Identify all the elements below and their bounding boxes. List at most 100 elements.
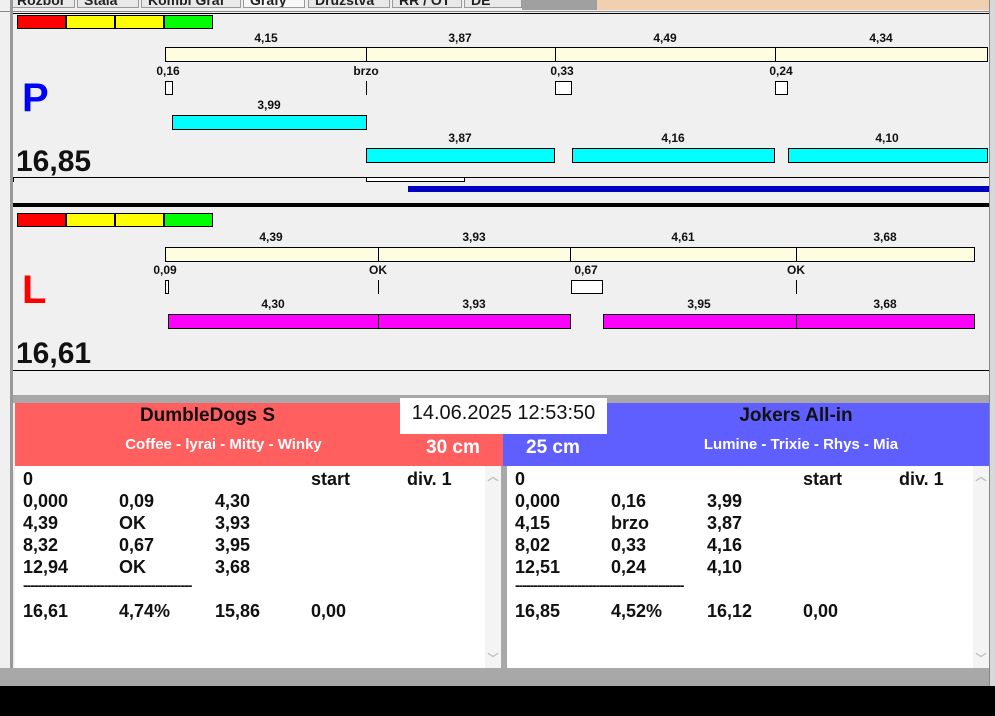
dog-time: 3,93 <box>462 297 486 311</box>
list-divider <box>501 466 507 668</box>
table-cell: 4,15 <box>515 513 551 533</box>
bottom-strip <box>0 668 989 686</box>
tab-bar-filler <box>522 0 597 10</box>
tab-druzstva[interactable]: Družstva <box>308 0 390 8</box>
table-cell: 3,95 <box>215 535 251 555</box>
left-team-results[interactable]: 0 start div. 1 0,000 0,09 4,30 4,39 OK 3,93 … <box>15 466 501 668</box>
table-cell: 4,10 <box>707 557 743 577</box>
lane-l-panel <box>13 208 990 371</box>
table-cell: 0,16 <box>611 491 647 511</box>
table-cell: 15,86 <box>215 601 261 621</box>
pass-time: 0,09 <box>153 263 177 277</box>
header-division: div. 1 <box>407 469 452 489</box>
tab-kombi-graf[interactable]: Kombi Graf <box>141 0 241 8</box>
light-red <box>17 15 66 29</box>
separator-line: ----------------------------------------… <box>515 577 684 593</box>
table-cell: OK <box>119 513 146 533</box>
table-cell: brzo <box>611 513 649 533</box>
pass-box <box>555 81 572 95</box>
pass-box <box>165 280 169 294</box>
light-green <box>164 15 213 29</box>
ref-time: 4,49 <box>653 31 677 45</box>
right-team-dogs: Lumine - Trixie - Rhys - Mia <box>703 436 899 453</box>
table-cell: 0,000 <box>23 491 69 511</box>
table-cell: 0,67 <box>119 535 155 555</box>
ref-time: 4,61 <box>671 230 695 244</box>
dog-time: 3,68 <box>873 297 897 311</box>
header-start: start <box>311 469 351 489</box>
table-cell: 0,09 <box>119 491 155 511</box>
table-cell: 16,61 <box>23 601 69 621</box>
table-cell: 0,00 <box>803 601 839 621</box>
ref-bar <box>165 47 367 62</box>
ref-time: 4,34 <box>869 31 893 45</box>
pass-box <box>775 81 788 95</box>
dog-bar <box>572 148 775 163</box>
ref-bar <box>796 247 975 262</box>
table-cell: 8,02 <box>515 535 551 555</box>
table-cell: 16,12 <box>707 601 753 621</box>
ref-bar <box>366 47 556 62</box>
ref-bar <box>378 247 571 262</box>
header-col: 0 <box>23 469 34 489</box>
scrollbar[interactable]: ︿ ﹀ <box>485 466 501 668</box>
tab-rozbor[interactable]: Rozbor <box>10 0 75 8</box>
table-cell: 4,39 <box>23 513 59 533</box>
pass-box <box>165 81 173 95</box>
light-red <box>17 213 66 227</box>
table-cell: 0,00 <box>311 601 347 621</box>
lane-l-letter: L <box>22 268 47 312</box>
tab-rr-ot[interactable]: RR / OT <box>392 0 462 8</box>
scroll-up-icon[interactable]: ︿ <box>973 468 989 484</box>
lane-l-total: 16,61 <box>16 337 92 370</box>
dog-bar <box>788 148 988 163</box>
dog-time: 4,30 <box>261 297 285 311</box>
table-cell: 8,32 <box>23 535 59 555</box>
scroll-down-icon[interactable]: ﹀ <box>973 650 989 666</box>
datetime: 14.06.2025 12:53:50 <box>400 398 607 434</box>
table-cell: 3,99 <box>707 491 743 511</box>
pass-tick <box>796 280 797 294</box>
dog-bar <box>168 314 379 329</box>
lane-p-letter: P <box>22 76 49 120</box>
left-team-dogs: Coffee - lyrai - Mitty - Winky <box>125 436 322 453</box>
right-team-results[interactable]: 0 start div. 1 0,000 0,16 3,99 4,15 brzo 3,8… <box>507 466 989 668</box>
pass-tick <box>366 81 367 95</box>
pass-time: 0,67 <box>574 263 598 277</box>
dog-bar <box>378 314 571 329</box>
tab-grafy[interactable]: Grafy <box>243 0 305 8</box>
scroll-up-icon[interactable]: ︿ <box>485 468 501 484</box>
tab-stala[interactable]: Stala <box>77 0 139 8</box>
light-yellow <box>66 213 115 227</box>
table-cell: 3,68 <box>215 557 251 577</box>
table-cell: 3,87 <box>707 513 743 533</box>
tab-de[interactable]: DE <box>464 0 522 8</box>
header-col: 0 <box>515 469 526 489</box>
ref-bar <box>775 47 988 62</box>
table-cell: 0,000 <box>515 491 561 511</box>
progress-start <box>13 177 14 182</box>
pass-time: brzo <box>353 64 379 78</box>
header-start: start <box>803 469 843 489</box>
pass-time: OK <box>369 263 387 277</box>
table-cell: 3,93 <box>215 513 251 533</box>
dog-time: 3,99 <box>257 98 281 112</box>
light-yellow <box>115 15 164 29</box>
dog-bar <box>603 314 797 329</box>
scroll-down-icon[interactable]: ﹀ <box>485 650 501 666</box>
light-yellow <box>115 213 164 227</box>
dog-bar <box>172 115 367 130</box>
dog-time: 4,10 <box>875 131 899 145</box>
pass-time: 0,33 <box>550 64 574 78</box>
table-cell: 4,74% <box>119 601 171 621</box>
ref-bar <box>165 247 379 262</box>
dog-bar <box>796 314 975 329</box>
table-cell: 0,24 <box>611 557 647 577</box>
lane-divider <box>13 203 990 207</box>
lane-p-total: 16,85 <box>16 145 92 178</box>
dog-time: 3,87 <box>448 131 472 145</box>
dog-bar <box>366 148 555 163</box>
ref-time: 3,93 <box>462 230 486 244</box>
scrollbar[interactable]: ︿ ﹀ <box>973 466 989 668</box>
ref-time: 3,68 <box>873 230 897 244</box>
